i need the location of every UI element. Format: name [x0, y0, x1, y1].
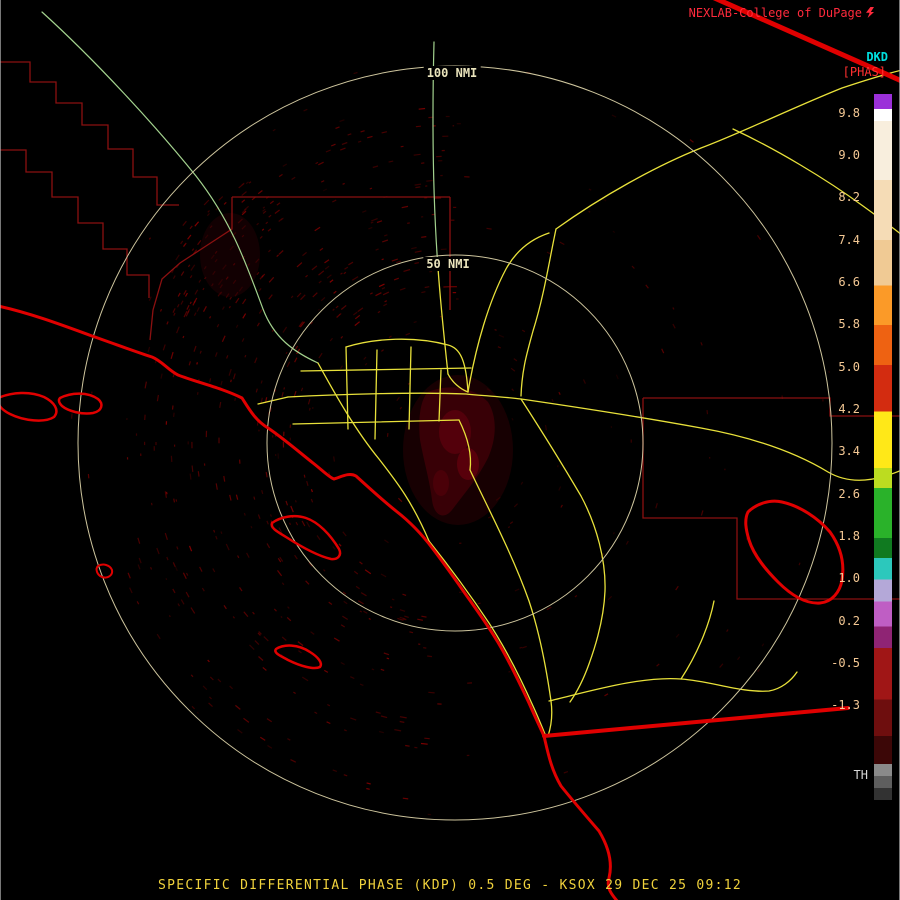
colorbar-tick: 7.4	[838, 233, 860, 247]
highway	[520, 228, 557, 397]
highway	[520, 398, 606, 703]
santa-barbara-island-outline	[95, 563, 114, 579]
range-ring-label-100nmi: 100 NMI	[423, 66, 481, 80]
colorbar-tick: 5.8	[838, 317, 860, 331]
clutter-nw	[200, 213, 260, 297]
catalina-island-outline	[270, 514, 342, 561]
cod-logo-icon	[866, 7, 874, 18]
county-border-riverside	[643, 397, 900, 417]
freeway-grid	[374, 349, 378, 440]
left-edge-line	[0, 0, 1, 900]
mexico-border-line	[542, 706, 850, 738]
range-ring-label-50nmi: 50 NMI	[423, 257, 473, 271]
highway-i5-coastal	[428, 540, 546, 735]
highway	[680, 600, 715, 680]
colorbar-tick: -1.3	[831, 698, 860, 712]
brand-label: NEXLAB-College of DuPage	[688, 6, 862, 20]
colorbar-tick: 3.4	[838, 444, 860, 458]
highway	[548, 671, 798, 702]
channel-islands-outline	[0, 391, 58, 422]
status-bar: SPECIFIC DIFFERENTIAL PHASE (KDP) 0.5 DE…	[157, 878, 743, 893]
san-clemente-island-outline	[274, 644, 323, 670]
colorbar-tick: 4.2	[838, 402, 860, 416]
colorbar-tick: 0.2	[838, 614, 860, 628]
colorbar-tick: 1.0	[838, 571, 860, 585]
clutter-core	[433, 470, 449, 496]
freeway-grid	[300, 367, 472, 372]
highway-101	[41, 11, 319, 364]
salton-sea-outline	[744, 499, 845, 605]
threshold-label: TH	[853, 768, 868, 782]
colorbar-tick: 1.8	[838, 529, 860, 543]
colorbar-tick: 9.8	[838, 106, 860, 120]
colorbar-gradient	[874, 94, 892, 800]
primary-highways	[257, 69, 900, 737]
colorbar-tick: 6.6	[838, 275, 860, 289]
county-border-steps-1	[0, 61, 179, 206]
colorbar-tick: 8.2	[838, 190, 860, 204]
product-code-label: DKD	[866, 50, 888, 64]
clutter-core	[457, 448, 479, 480]
clutter-core	[439, 410, 471, 454]
freeway-grid	[345, 346, 349, 430]
brand-text-row: NEXLAB-College of DuPage	[689, 6, 874, 20]
radar-display: NEXLAB-College of DuPage DKD [PHAS] TH 9…	[0, 0, 900, 900]
colorbar-tick: 2.6	[838, 487, 860, 501]
county-border-steps-2	[0, 149, 150, 298]
radar-map-svg	[0, 0, 900, 900]
colorbar-tick: 9.0	[838, 148, 860, 162]
colorbar-tick: -0.5	[831, 656, 860, 670]
county-border-sandiego	[642, 398, 900, 600]
highway	[437, 267, 449, 375]
units-label: [PHAS]	[842, 65, 886, 79]
colorbar-tick: 5.0	[838, 360, 860, 374]
